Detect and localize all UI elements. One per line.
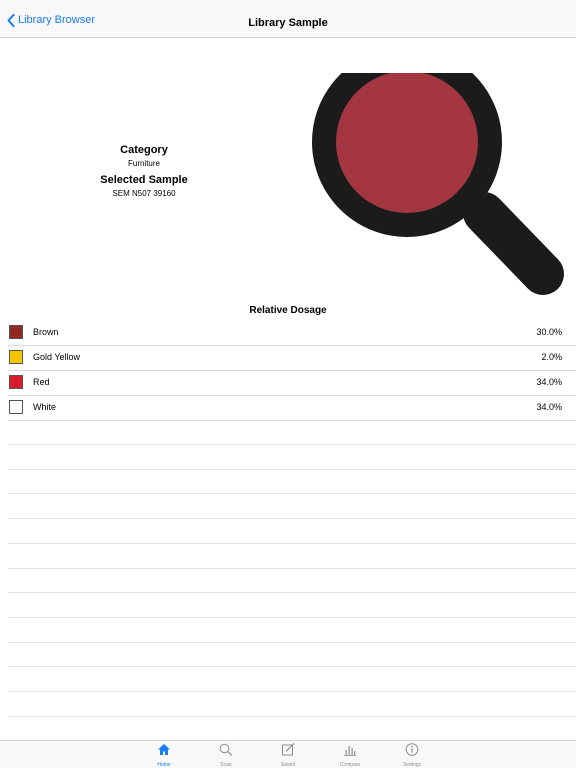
tab-home[interactable]: Home	[144, 743, 184, 768]
tab-label: Compare	[339, 762, 361, 768]
dosage-percent: 34.0%	[536, 402, 562, 412]
info-icon	[405, 743, 419, 760]
color-name: Gold Yellow	[33, 352, 81, 362]
empty-row-separator	[8, 592, 576, 593]
dosage-row[interactable]: White 34.0%	[8, 396, 576, 421]
category-value: Furniture	[127, 159, 160, 168]
empty-row-separator	[8, 543, 576, 544]
empty-row-separator	[8, 444, 576, 445]
empty-row-separator	[8, 518, 576, 519]
tab-bar: Home Scan Saved Compare Settings	[0, 740, 576, 768]
tab-label: Home	[157, 762, 171, 768]
empty-row-separator	[8, 642, 576, 643]
dosage-percent: 2.0%	[541, 352, 562, 362]
tab-label: Settings	[402, 762, 422, 768]
dosage-list: Brown 30.0% Gold Yellow 2.0% Red 34.0% White 34…	[0, 321, 576, 421]
tab-scan[interactable]: Scan	[206, 743, 246, 768]
magnifier-sample-icon	[312, 73, 564, 295]
tab-settings[interactable]: Settings	[392, 743, 432, 768]
color-name: Red	[33, 377, 50, 387]
color-name: White	[33, 402, 57, 412]
selected-sample-block: Selected Sample SEM N507 39160	[44, 174, 244, 198]
tab-label: Saved	[280, 762, 296, 768]
bar-chart-icon	[343, 743, 357, 760]
selected-sample-value: SEM N507 39160	[112, 189, 176, 198]
empty-row-separator	[8, 666, 576, 667]
color-swatch	[9, 375, 23, 389]
dosage-row[interactable]: Brown 30.0%	[8, 321, 576, 346]
empty-row-separator	[8, 617, 576, 618]
page-title: Library Sample	[248, 17, 328, 29]
empty-row-separator	[8, 469, 576, 470]
color-name: Brown	[33, 327, 59, 337]
navigation-bar: Library Browser Library Sample	[0, 0, 576, 38]
dosage-percent: 30.0%	[536, 327, 562, 337]
dosage-row[interactable]: Red 34.0%	[8, 371, 576, 396]
empty-row-separator	[8, 568, 576, 569]
tab-compare[interactable]: Compare	[330, 743, 370, 768]
edit-icon	[281, 743, 295, 760]
color-swatch	[9, 350, 23, 364]
empty-row-separator	[8, 691, 576, 692]
dosage-percent: 34.0%	[536, 377, 562, 387]
selected-sample-label: Selected Sample	[100, 174, 188, 186]
relative-dosage-title: Relative Dosage	[249, 305, 327, 316]
empty-row-separator	[8, 716, 576, 717]
dosage-row[interactable]: Gold Yellow 2.0%	[8, 346, 576, 371]
home-icon	[157, 743, 171, 760]
search-icon	[219, 743, 233, 760]
color-swatch	[9, 325, 23, 339]
empty-row-separator	[8, 493, 576, 494]
category-label: Category	[120, 144, 168, 156]
category-block: Category Furniture	[44, 144, 244, 168]
color-swatch	[9, 400, 23, 414]
tab-label: Scan	[220, 762, 232, 768]
sample-color-circle	[336, 73, 478, 213]
tab-saved[interactable]: Saved	[268, 743, 308, 768]
